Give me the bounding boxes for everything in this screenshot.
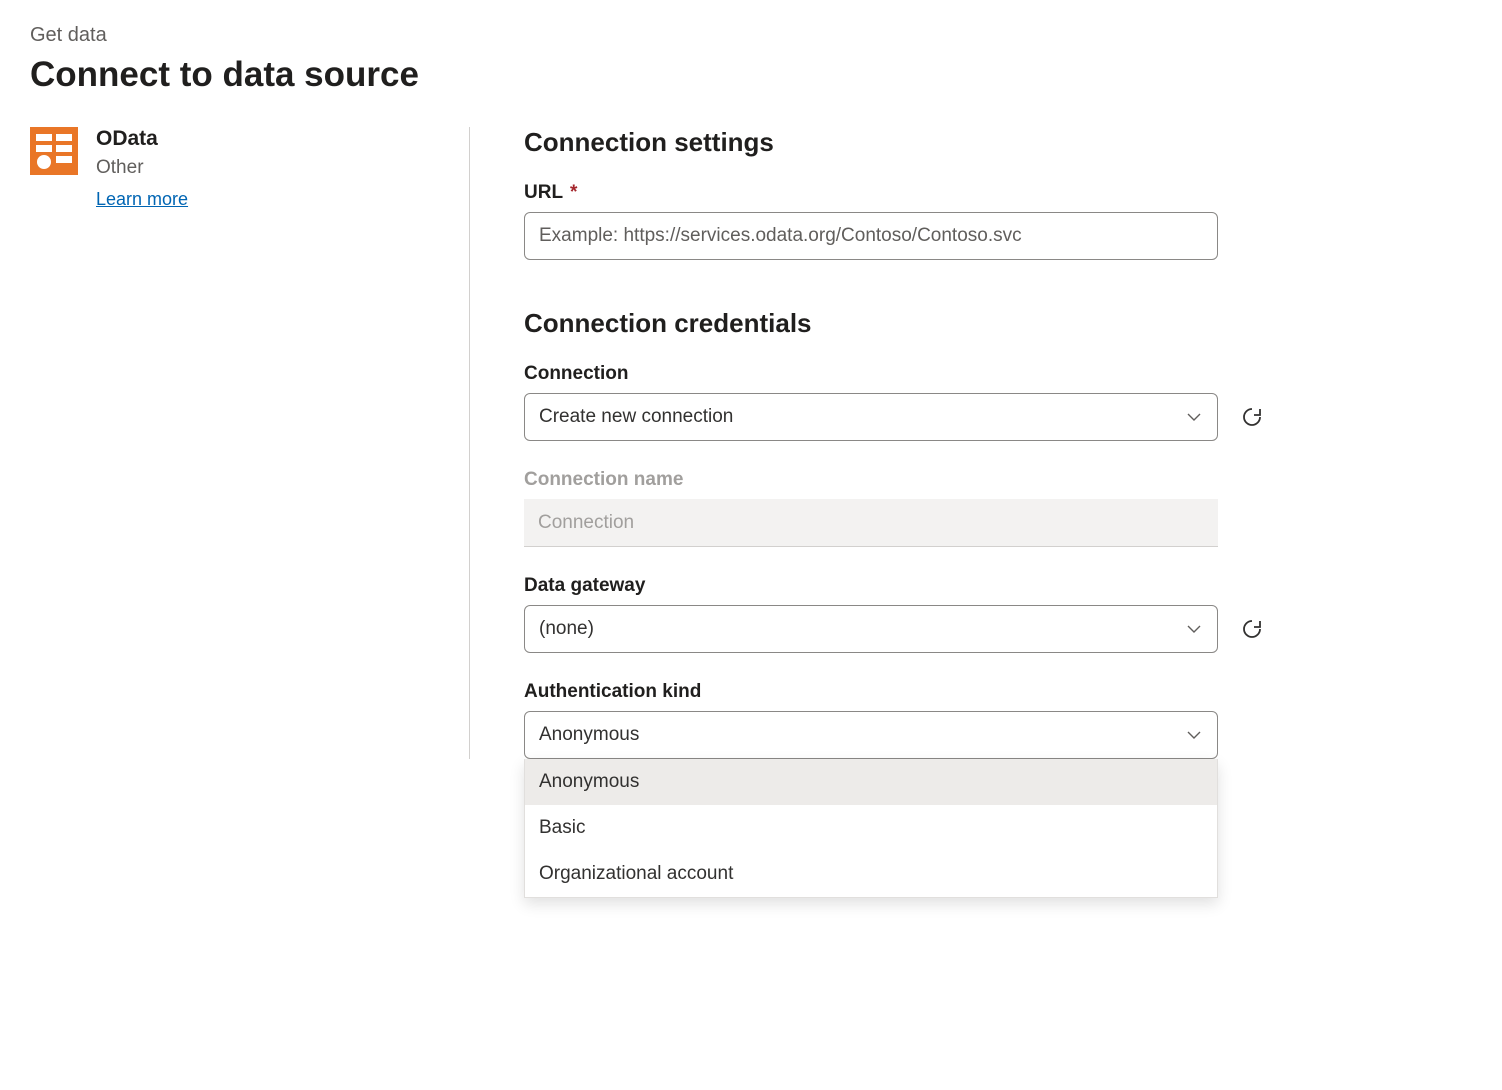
connection-name-label: Connection name (524, 469, 1470, 491)
main-columns: OData Other Learn more Connection settin… (30, 127, 1472, 759)
chevron-down-icon (1185, 726, 1203, 744)
auth-option-basic[interactable]: Basic (525, 805, 1217, 851)
connector-info: OData Other Learn more (96, 127, 188, 210)
url-label: URL * (524, 182, 1470, 204)
connection-name-input: Connection (524, 499, 1218, 547)
auth-dropdown[interactable]: Anonymous (524, 711, 1218, 759)
odata-connector-icon (30, 127, 78, 175)
gateway-refresh-button[interactable] (1238, 615, 1266, 643)
connector-name: OData (96, 127, 188, 151)
learn-more-link[interactable]: Learn more (96, 189, 188, 209)
gateway-dropdown[interactable]: (none) (524, 605, 1218, 653)
connector-panel: OData Other Learn more (30, 127, 470, 759)
url-field-block: URL * (524, 182, 1470, 260)
url-label-text: URL (524, 182, 563, 203)
auth-dropdown-list: Anonymous Basic Organizational account (524, 759, 1218, 898)
form-panel: Connection settings URL * Connection cre… (470, 127, 1470, 759)
connection-name-field-block: Connection name Connection (524, 469, 1470, 547)
chevron-down-icon (1185, 620, 1203, 638)
auth-label: Authentication kind (524, 681, 1470, 703)
refresh-icon (1240, 405, 1264, 429)
connection-dropdown[interactable]: Create new connection (524, 393, 1218, 441)
connection-refresh-button[interactable] (1238, 403, 1266, 431)
chevron-down-icon (1185, 408, 1203, 426)
url-input[interactable] (524, 212, 1218, 260)
connection-settings-heading: Connection settings (524, 127, 1470, 158)
refresh-icon (1240, 617, 1264, 641)
gateway-field-block: Data gateway (none) (524, 575, 1470, 653)
connection-credentials-heading: Connection credentials (524, 308, 1470, 339)
connection-selected-value: Create new connection (539, 406, 733, 428)
auth-field-block: Authentication kind Anonymous Anonymous … (524, 681, 1470, 759)
auth-selected-value: Anonymous (539, 724, 639, 746)
gateway-selected-value: (none) (539, 618, 594, 640)
gateway-label: Data gateway (524, 575, 1470, 597)
auth-option-anonymous[interactable]: Anonymous (525, 759, 1217, 805)
breadcrumb: Get data (30, 24, 1472, 47)
auth-option-organizational[interactable]: Organizational account (525, 851, 1217, 897)
connection-field-block: Connection Create new connection (524, 363, 1470, 441)
required-asterisk: * (570, 182, 577, 203)
page-title: Connect to data source (30, 55, 1472, 95)
connection-label: Connection (524, 363, 1470, 385)
connector-category: Other (96, 157, 188, 179)
